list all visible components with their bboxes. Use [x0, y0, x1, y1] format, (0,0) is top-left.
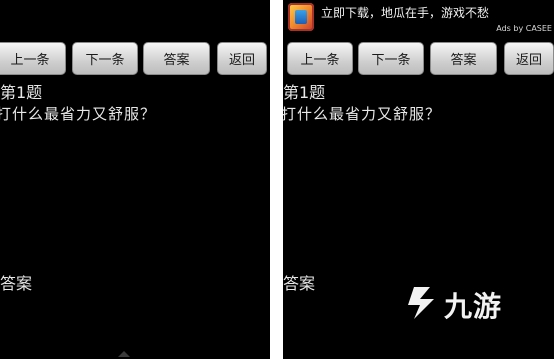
question-number: 第1题	[0, 83, 43, 102]
answer-label: 答案	[0, 274, 33, 293]
answer-label: 答案	[283, 274, 316, 293]
watermark-logo: 九游	[404, 283, 524, 323]
answer-button[interactable]: 答案	[430, 42, 497, 75]
nine-game-logo-icon	[408, 287, 434, 319]
left-screen: 上一条 下一条 答案 返回 第1题 打什么最省力又舒服？ 答案	[0, 0, 270, 359]
scroll-up-icon	[118, 351, 130, 357]
next-button[interactable]: 下一条	[358, 42, 424, 75]
back-button[interactable]: 返回	[217, 42, 267, 75]
ad-text[interactable]: 立即下载，地瓜在手，游戏不愁	[321, 4, 489, 21]
back-button[interactable]: 返回	[504, 42, 554, 75]
question-area: 第1题 打什么最省力又舒服？	[283, 82, 554, 124]
question-area: 第1题 打什么最省力又舒服？	[0, 82, 270, 124]
next-button[interactable]: 下一条	[72, 42, 138, 75]
question-number: 第1题	[283, 83, 326, 102]
answer-button[interactable]: 答案	[143, 42, 210, 75]
prev-button[interactable]: 上一条	[0, 42, 66, 75]
button-toolbar: 上一条 下一条 答案 返回	[283, 40, 554, 80]
ad-app-icon[interactable]	[288, 3, 314, 31]
prev-button[interactable]: 上一条	[287, 42, 353, 75]
watermark-text: 九游	[444, 290, 503, 323]
button-toolbar: 上一条 下一条 答案 返回	[0, 40, 270, 80]
question-text: 打什么最省力又舒服？	[0, 105, 157, 123]
question-text: 打什么最省力又舒服？	[283, 105, 442, 123]
ad-credit: Ads by CASEE	[496, 24, 552, 33]
ad-banner[interactable]: 立即下载，地瓜在手，游戏不愁 Ads by CASEE	[283, 0, 554, 36]
